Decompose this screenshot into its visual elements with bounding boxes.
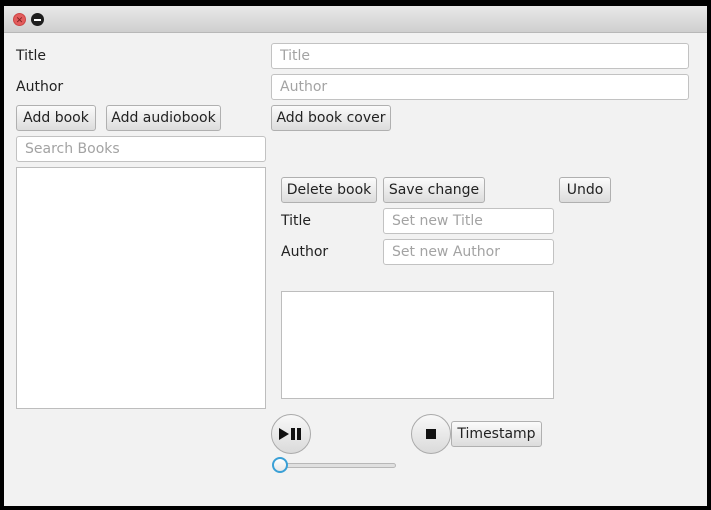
close-button[interactable]: ✕ xyxy=(13,13,26,26)
title-bar: ✕ xyxy=(4,6,707,33)
title-input[interactable] xyxy=(271,43,689,69)
delete-book-button[interactable]: Delete book xyxy=(281,177,377,203)
edit-author-label: Author xyxy=(281,244,329,260)
play-pause-icon xyxy=(279,428,301,440)
stop-button[interactable] xyxy=(411,414,451,454)
minimize-button[interactable] xyxy=(31,13,44,26)
playback-slider-track[interactable] xyxy=(277,463,396,468)
add-book-cover-button[interactable]: Add book cover xyxy=(271,105,391,131)
new-title-input[interactable] xyxy=(383,208,554,234)
book-list[interactable] xyxy=(16,167,266,409)
stop-icon xyxy=(426,429,436,439)
title-label: Title xyxy=(16,48,47,64)
edit-title-label: Title xyxy=(281,213,312,229)
timestamp-button[interactable]: Timestamp xyxy=(451,421,542,447)
new-author-input[interactable] xyxy=(383,239,554,265)
author-label: Author xyxy=(16,79,64,95)
author-input[interactable] xyxy=(271,74,689,100)
book-cover-area xyxy=(281,291,554,399)
close-icon: ✕ xyxy=(15,16,24,26)
save-change-button[interactable]: Save change xyxy=(383,177,485,203)
play-pause-button[interactable] xyxy=(271,414,311,454)
add-book-button[interactable]: Add book xyxy=(16,105,96,131)
search-input[interactable] xyxy=(16,136,266,162)
undo-button[interactable]: Undo xyxy=(559,177,611,203)
playback-slider-thumb[interactable] xyxy=(272,457,288,473)
add-audiobook-button[interactable]: Add audiobook xyxy=(106,105,221,131)
